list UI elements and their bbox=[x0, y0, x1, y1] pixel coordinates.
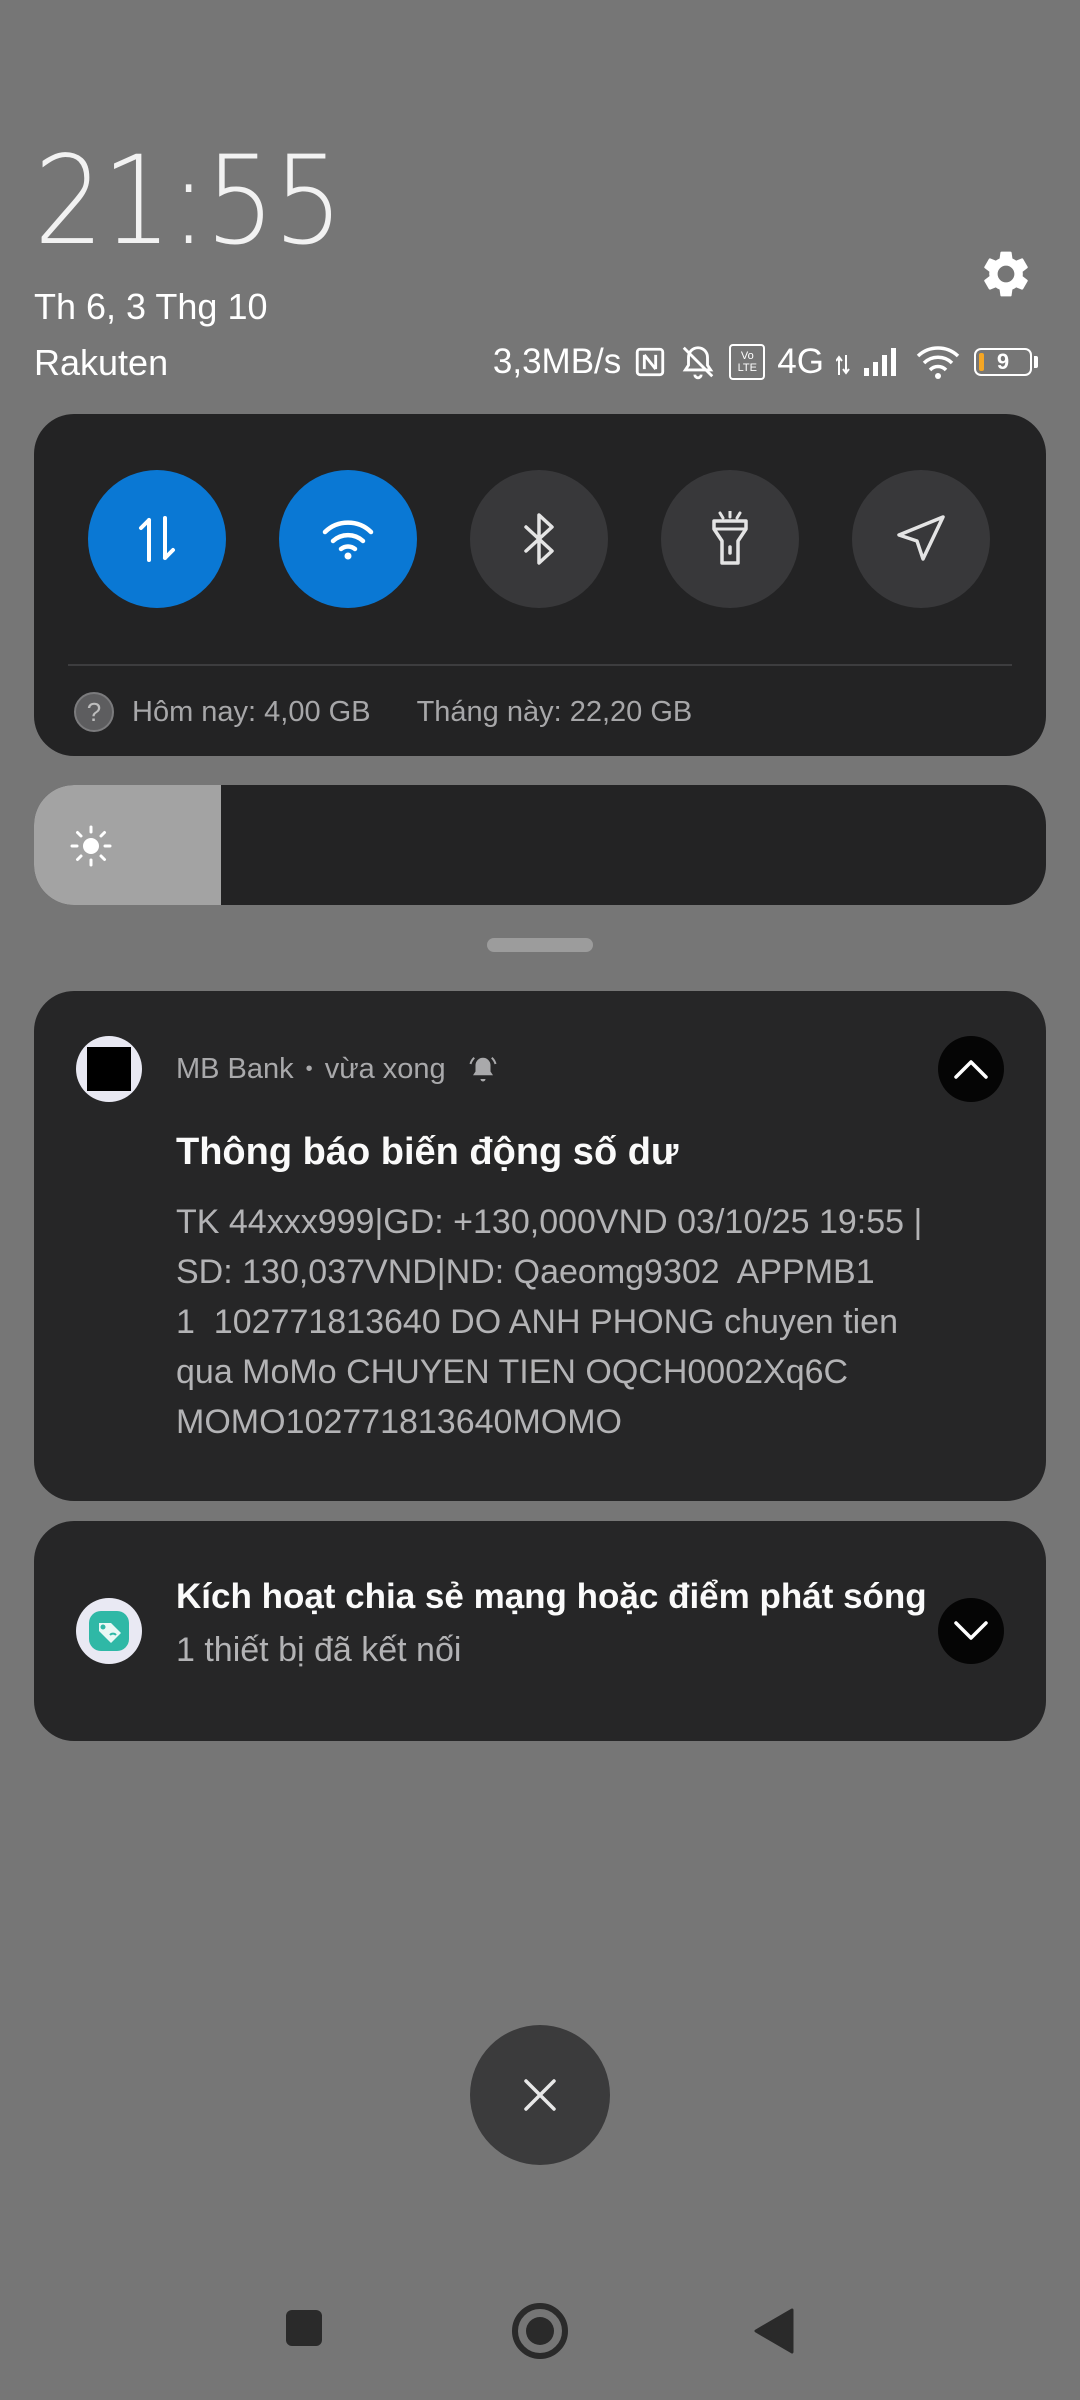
collapse-button[interactable] bbox=[938, 1036, 1004, 1102]
home-button[interactable] bbox=[511, 2302, 569, 2360]
square-icon bbox=[286, 2310, 322, 2346]
header-separator: • bbox=[305, 1057, 313, 1080]
signal-icon bbox=[864, 348, 896, 376]
battery-indicator: 9 bbox=[974, 348, 1038, 376]
brightness-slider[interactable] bbox=[34, 785, 1046, 905]
app-square-icon bbox=[87, 1047, 131, 1091]
usage-month: Tháng này: 22,20 GB bbox=[416, 695, 693, 728]
wifi-icon bbox=[322, 520, 374, 560]
notification-title: Kích hoạt chia sẻ mạng hoặc điểm phát só… bbox=[176, 1577, 927, 1616]
location-toggle[interactable] bbox=[852, 470, 990, 608]
data-transfer-icon bbox=[139, 516, 175, 562]
back-triangle-icon bbox=[754, 2308, 794, 2354]
hotspot-tag-icon bbox=[89, 1611, 129, 1651]
carrier-name: Rakuten bbox=[34, 342, 169, 383]
navigation-bar bbox=[0, 2300, 1080, 2370]
flashlight-icon bbox=[712, 511, 748, 565]
volte-badge-bottom: LTE bbox=[737, 362, 757, 374]
network-type: 4G bbox=[777, 342, 824, 381]
mbbank-app-icon bbox=[76, 1036, 142, 1102]
usage-today: Hôm nay: 4,00 GB bbox=[132, 695, 371, 728]
help-icon: ? bbox=[74, 692, 114, 732]
mobile-data-toggle[interactable] bbox=[88, 470, 226, 608]
nfc-icon bbox=[636, 347, 665, 377]
date-label[interactable]: Th 6, 3 Thg 10 bbox=[34, 286, 268, 328]
chevron-down-icon bbox=[954, 1621, 988, 1640]
notification-time: vừa xong bbox=[324, 1052, 446, 1085]
flashlight-toggle[interactable] bbox=[661, 470, 799, 608]
close-icon bbox=[524, 2079, 556, 2111]
gear-icon bbox=[984, 251, 1028, 297]
app-name: MB Bank bbox=[176, 1052, 294, 1085]
alert-bell-icon bbox=[469, 1057, 497, 1082]
back-button[interactable] bbox=[752, 2308, 794, 2354]
chevron-up-icon bbox=[954, 1060, 988, 1079]
notification-title: Thông báo biến động số dư bbox=[176, 1131, 679, 1173]
data-activity-icon bbox=[836, 355, 850, 375]
clock-time[interactable]: 21:55 bbox=[34, 140, 343, 262]
wifi-icon bbox=[916, 346, 960, 379]
brightness-icon bbox=[70, 825, 112, 867]
divider bbox=[68, 664, 1012, 666]
data-usage-row[interactable]: ? Hôm nay: 4,00 GB Tháng này: 22,20 GB bbox=[74, 690, 692, 734]
network-speed: 3,3MB/s bbox=[492, 342, 622, 381]
wifi-toggle[interactable] bbox=[279, 470, 417, 608]
notification-subtitle: 1 thiết bị đã kết nối bbox=[176, 1631, 462, 1669]
bell-muted-icon bbox=[682, 346, 714, 380]
panel-drag-handle[interactable] bbox=[487, 938, 593, 952]
notification-header: MB Bank • vừa xong bbox=[176, 1049, 498, 1089]
brightness-level-fill bbox=[34, 785, 222, 905]
volte-badge: Vo LTE bbox=[729, 344, 766, 380]
battery-level: 9 bbox=[996, 349, 1010, 374]
bluetooth-icon bbox=[524, 513, 554, 565]
home-circle-icon bbox=[512, 2303, 568, 2359]
settings-button[interactable] bbox=[978, 246, 1034, 302]
volte-badge-top: Vo bbox=[740, 350, 754, 362]
clear-all-button[interactable] bbox=[470, 2025, 610, 2165]
notification-body: TK 44xxx999|GD: +130,000VND 03/10/25 19:… bbox=[176, 1203, 923, 1441]
recents-button[interactable] bbox=[284, 2308, 324, 2348]
notification-mbbank[interactable]: MB Bank • vừa xong Thông báo biến động s… bbox=[34, 991, 1046, 1501]
expand-button[interactable] bbox=[938, 1598, 1004, 1664]
hotspot-app-icon bbox=[76, 1598, 142, 1664]
location-arrow-icon bbox=[897, 515, 945, 561]
notification-hotspot[interactable]: Kích hoạt chia sẻ mạng hoặc điểm phát só… bbox=[34, 1521, 1046, 1741]
quick-settings-panel: ? Hôm nay: 4,00 GB Tháng này: 22,20 GB bbox=[34, 414, 1046, 756]
status-bar: 3,3MB/s Vo LTE 4G 9 bbox=[493, 340, 1038, 384]
bluetooth-toggle[interactable] bbox=[470, 470, 608, 608]
